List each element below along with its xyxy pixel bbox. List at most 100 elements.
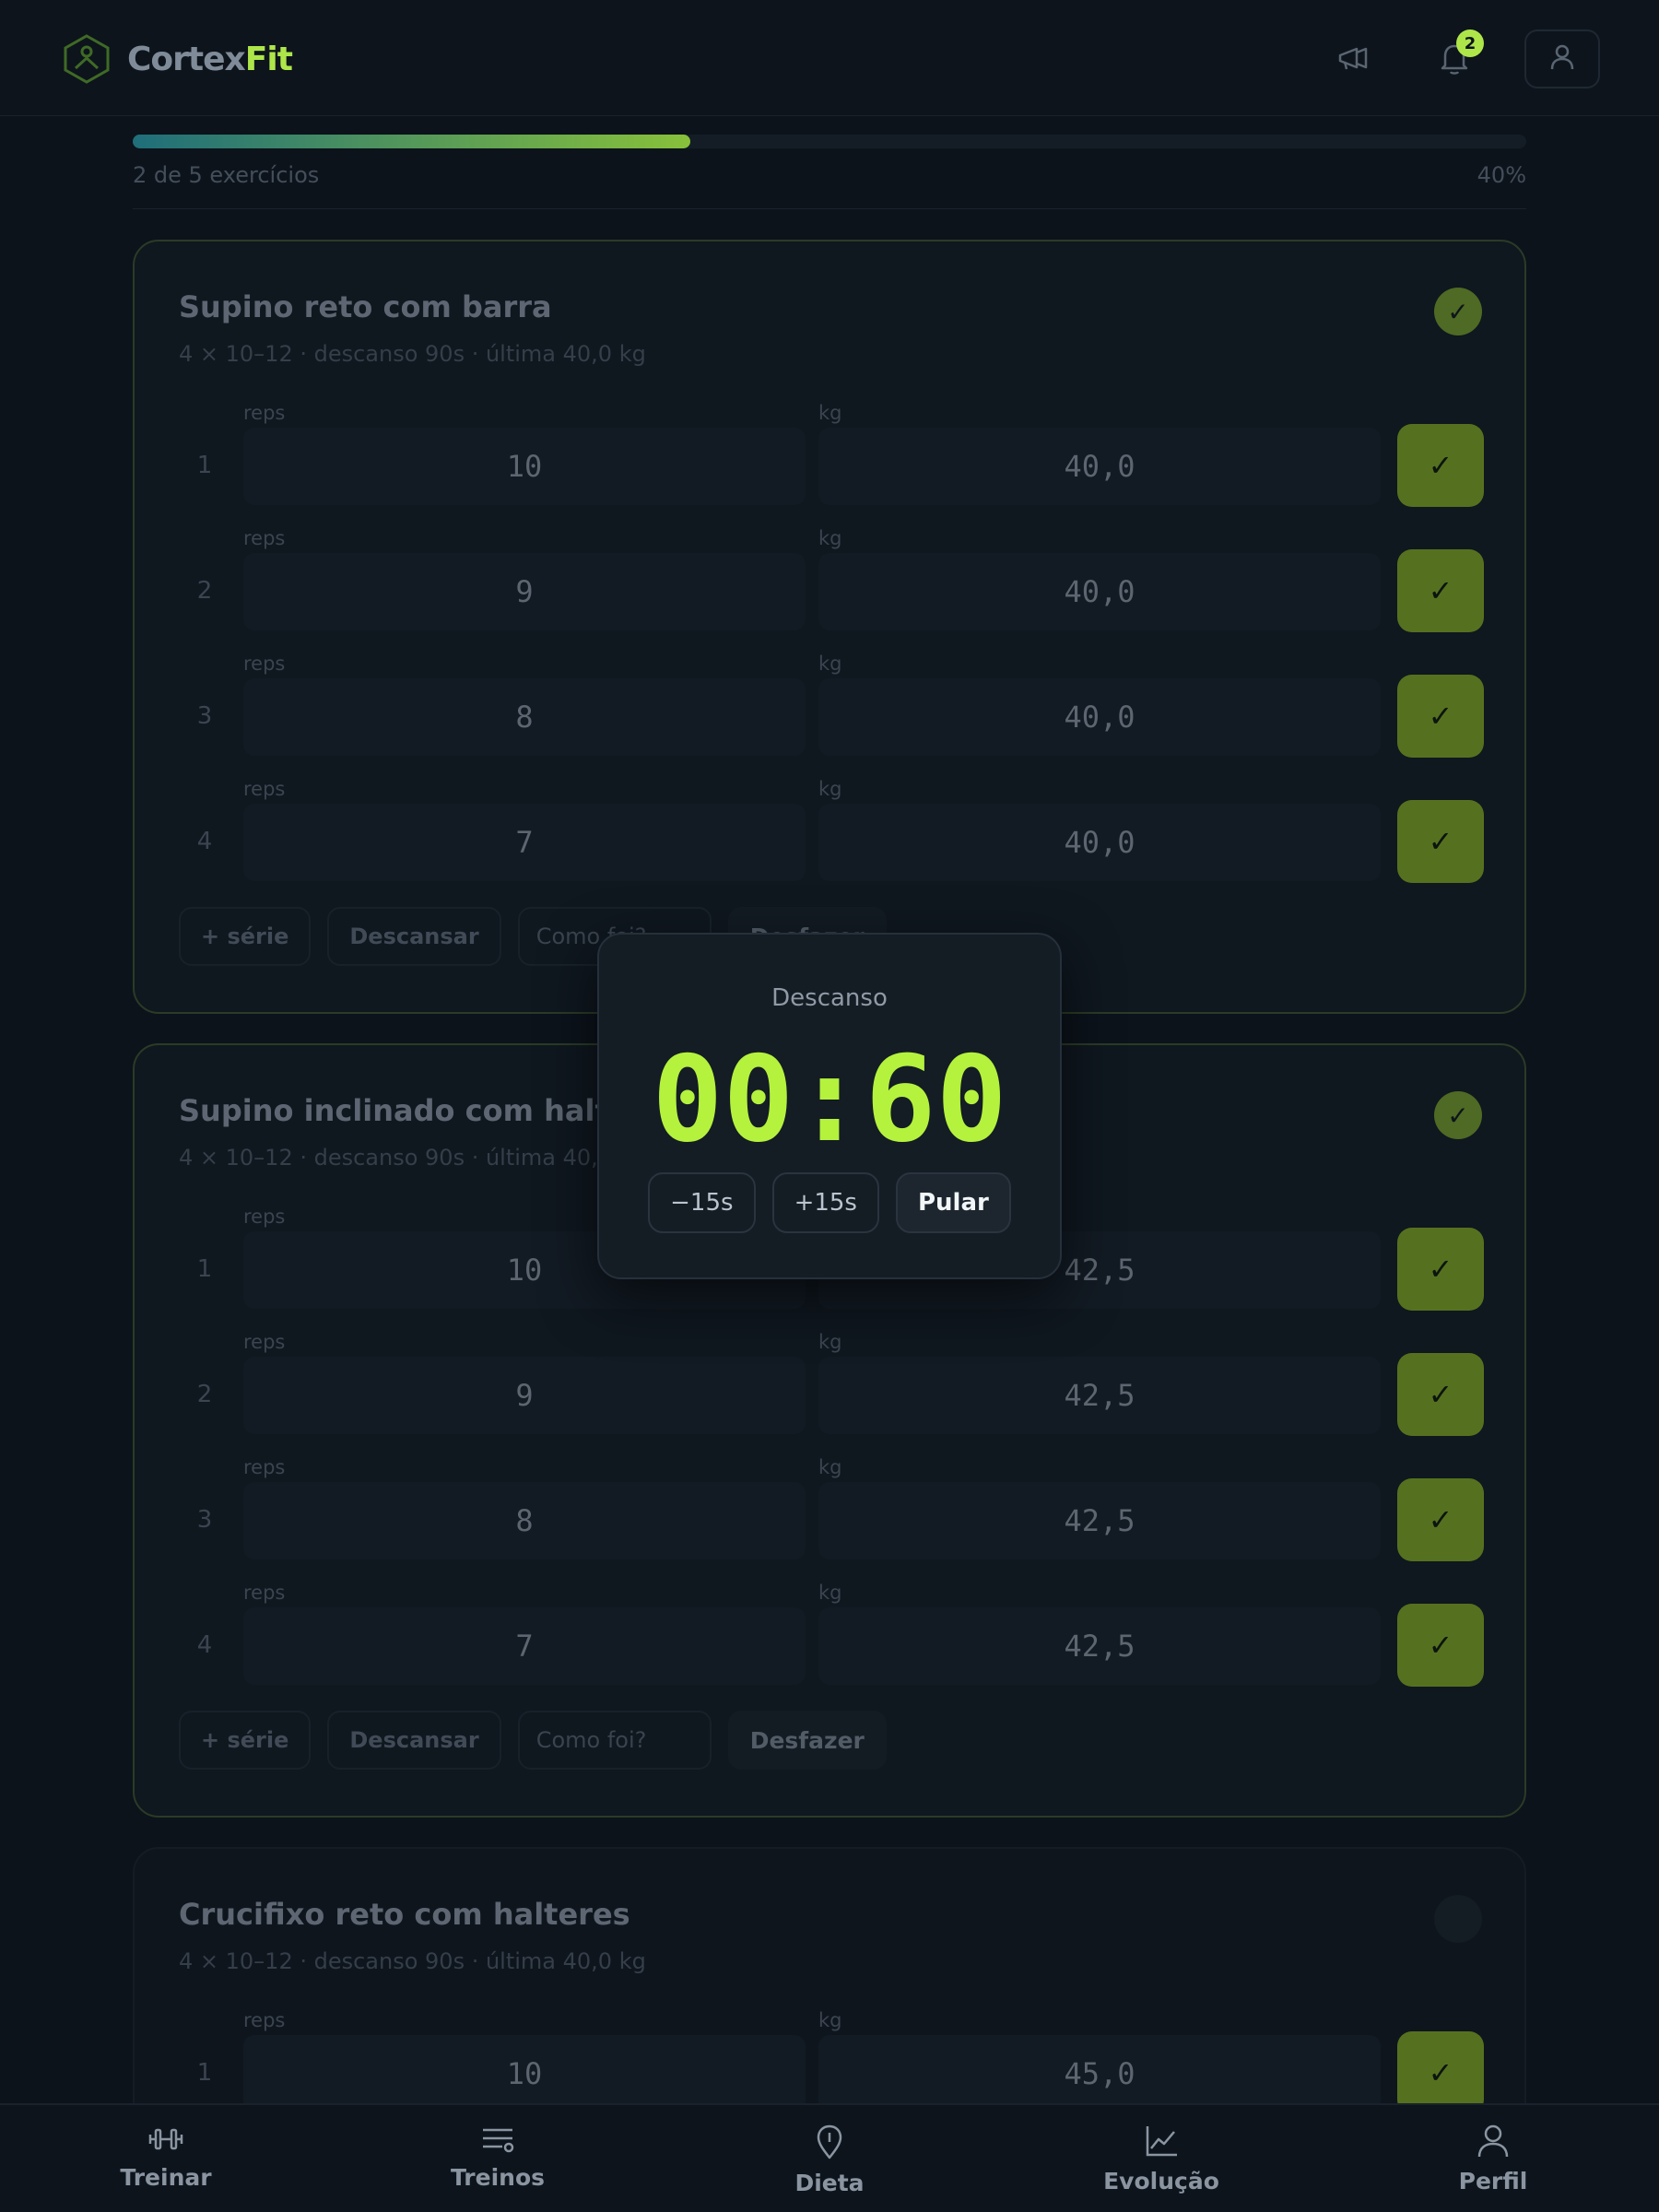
reps-label: reps	[243, 778, 286, 800]
reps-input[interactable]: 9	[243, 553, 806, 630]
kg-label: kg	[818, 527, 842, 549]
set-done-button[interactable]: ✓	[1397, 1353, 1484, 1436]
set-number: 2	[196, 1381, 213, 1408]
undo-button[interactable]: Desfazer	[727, 1711, 887, 1770]
chart-line-icon	[1142, 2124, 1181, 2162]
kg-input[interactable]: 42,5	[818, 1482, 1381, 1559]
list-icon	[478, 2124, 517, 2159]
reps-input[interactable]: 7	[243, 804, 806, 881]
kg-label: kg	[818, 2009, 842, 2031]
set-row: 4 reps kg 7 40,0 ✓	[177, 758, 1486, 883]
set-done-button[interactable]: ✓	[1397, 2031, 1484, 2114]
reps-label: reps	[243, 1206, 286, 1228]
exercise-subtitle: 4 × 10–12 · descanso 90s · última 40,0 k…	[179, 1145, 646, 1171]
set-row: 4 reps kg 7 42,5 ✓	[177, 1561, 1486, 1687]
set-done-button[interactable]: ✓	[1397, 1604, 1484, 1687]
rest-button[interactable]: Descansar	[327, 1711, 501, 1770]
kg-input[interactable]: 40,0	[818, 678, 1381, 756]
exercise-actions: + série Descansar Como foi? Desfazer	[179, 1711, 887, 1770]
exercise-done-check[interactable]: ✓	[1434, 1091, 1482, 1139]
kg-input[interactable]: 40,0	[818, 804, 1381, 881]
set-done-button[interactable]: ✓	[1397, 1228, 1484, 1311]
reps-input[interactable]: 7	[243, 1607, 806, 1685]
set-number: 4	[196, 1631, 213, 1659]
divider	[133, 208, 1526, 209]
nav-item-treinar[interactable]: Treinar	[74, 2124, 258, 2191]
feedback-input[interactable]: Como foi?	[517, 1711, 712, 1770]
add-set-button[interactable]: + série	[179, 907, 312, 966]
check-icon: ✓	[1428, 1628, 1453, 1663]
rest-title: Descanso	[771, 984, 888, 1012]
set-number: 3	[196, 702, 213, 730]
nav-item-dieta[interactable]: Dieta	[737, 2124, 922, 2196]
kg-label: kg	[818, 1331, 842, 1353]
kg-label: kg	[818, 1456, 842, 1478]
check-icon: ✓	[1428, 1252, 1453, 1287]
set-row: 2 reps kg 9 42,5 ✓	[177, 1311, 1486, 1436]
rest-timer-modal: Descanso 00:60 −15s +15s Pular	[597, 933, 1062, 1279]
exercise-done-check[interactable]	[1434, 1895, 1482, 1943]
reps-input[interactable]: 10	[243, 428, 806, 505]
set-row: 3 reps kg 8 42,5 ✓	[177, 1436, 1486, 1561]
check-icon: ✓	[1447, 1100, 1469, 1131]
set-done-button[interactable]: ✓	[1397, 549, 1484, 632]
reps-input[interactable]: 10	[243, 2035, 806, 2112]
progress-fill	[133, 135, 690, 148]
set-row: 1 reps kg 10 40,0 ✓	[177, 382, 1486, 507]
nav-label: Dieta	[794, 2170, 865, 2196]
kg-input[interactable]: 40,0	[818, 553, 1381, 630]
kg-label: kg	[818, 402, 842, 424]
add-set-button[interactable]: + série	[179, 1711, 312, 1770]
set-done-button[interactable]: ✓	[1397, 1478, 1484, 1561]
exercise-title: Supino reto com barra	[179, 289, 552, 324]
user-icon	[1474, 2124, 1512, 2162]
check-icon: ✓	[1428, 699, 1453, 734]
check-icon: ✓	[1428, 448, 1453, 483]
brand[interactable]: CortexFit	[63, 33, 293, 85]
exercise-card: Supino reto com barra 4 × 10–12 · descan…	[133, 240, 1526, 1014]
check-icon: ✓	[1428, 573, 1453, 608]
skip-rest-button[interactable]: Pular	[895, 1172, 1011, 1233]
profile-button[interactable]	[1524, 29, 1600, 88]
user-icon	[1548, 42, 1576, 76]
plus-15s-button[interactable]: +15s	[771, 1172, 879, 1233]
nav-label: Treinos	[450, 2164, 545, 2191]
set-number: 1	[196, 452, 213, 479]
reps-label: reps	[243, 402, 286, 424]
map-pin-icon	[810, 2124, 849, 2164]
nav-item-evolucao[interactable]: Evolução	[1069, 2124, 1253, 2194]
nav-label: Treinar	[120, 2164, 212, 2191]
kg-input[interactable]: 40,0	[818, 428, 1381, 505]
minus-15s-button[interactable]: −15s	[648, 1172, 756, 1233]
kg-label: kg	[818, 653, 842, 675]
rest-controls: −15s +15s Pular	[599, 1172, 1060, 1233]
check-icon: ✓	[1428, 2055, 1453, 2090]
brand-name: CortexFit	[127, 40, 293, 78]
progress-percent: 40%	[1477, 162, 1526, 188]
nav-item-perfil[interactable]: Perfil	[1401, 2124, 1585, 2194]
set-row: 1 reps kg 10 45,0 ✓	[177, 1989, 1486, 2114]
set-done-button[interactable]: ✓	[1397, 424, 1484, 507]
set-done-button[interactable]: ✓	[1397, 675, 1484, 758]
exercise-done-check[interactable]: ✓	[1434, 288, 1482, 335]
kg-label: kg	[818, 778, 842, 800]
kg-input[interactable]: 45,0	[818, 2035, 1381, 2112]
set-number: 1	[196, 1255, 213, 1283]
reps-input[interactable]: 8	[243, 1482, 806, 1559]
check-icon: ✓	[1428, 824, 1453, 859]
logo-icon	[63, 33, 111, 85]
rest-timer: 00:60	[652, 1031, 1007, 1169]
rest-button[interactable]: Descansar	[327, 907, 501, 966]
exercise-subtitle: 4 × 10–12 · descanso 90s · última 40,0 k…	[179, 1948, 646, 1974]
kg-input[interactable]: 42,5	[818, 1607, 1381, 1685]
notification-badge: 2	[1456, 29, 1484, 57]
megaphone-icon[interactable]	[1327, 33, 1379, 85]
reps-label: reps	[243, 1331, 286, 1353]
set-number: 3	[196, 1506, 213, 1534]
kg-input[interactable]: 42,5	[818, 1357, 1381, 1434]
set-done-button[interactable]: ✓	[1397, 800, 1484, 883]
reps-input[interactable]: 8	[243, 678, 806, 756]
reps-input[interactable]: 9	[243, 1357, 806, 1434]
nav-item-treinos[interactable]: Treinos	[406, 2124, 590, 2191]
nav-label: Perfil	[1458, 2168, 1528, 2194]
